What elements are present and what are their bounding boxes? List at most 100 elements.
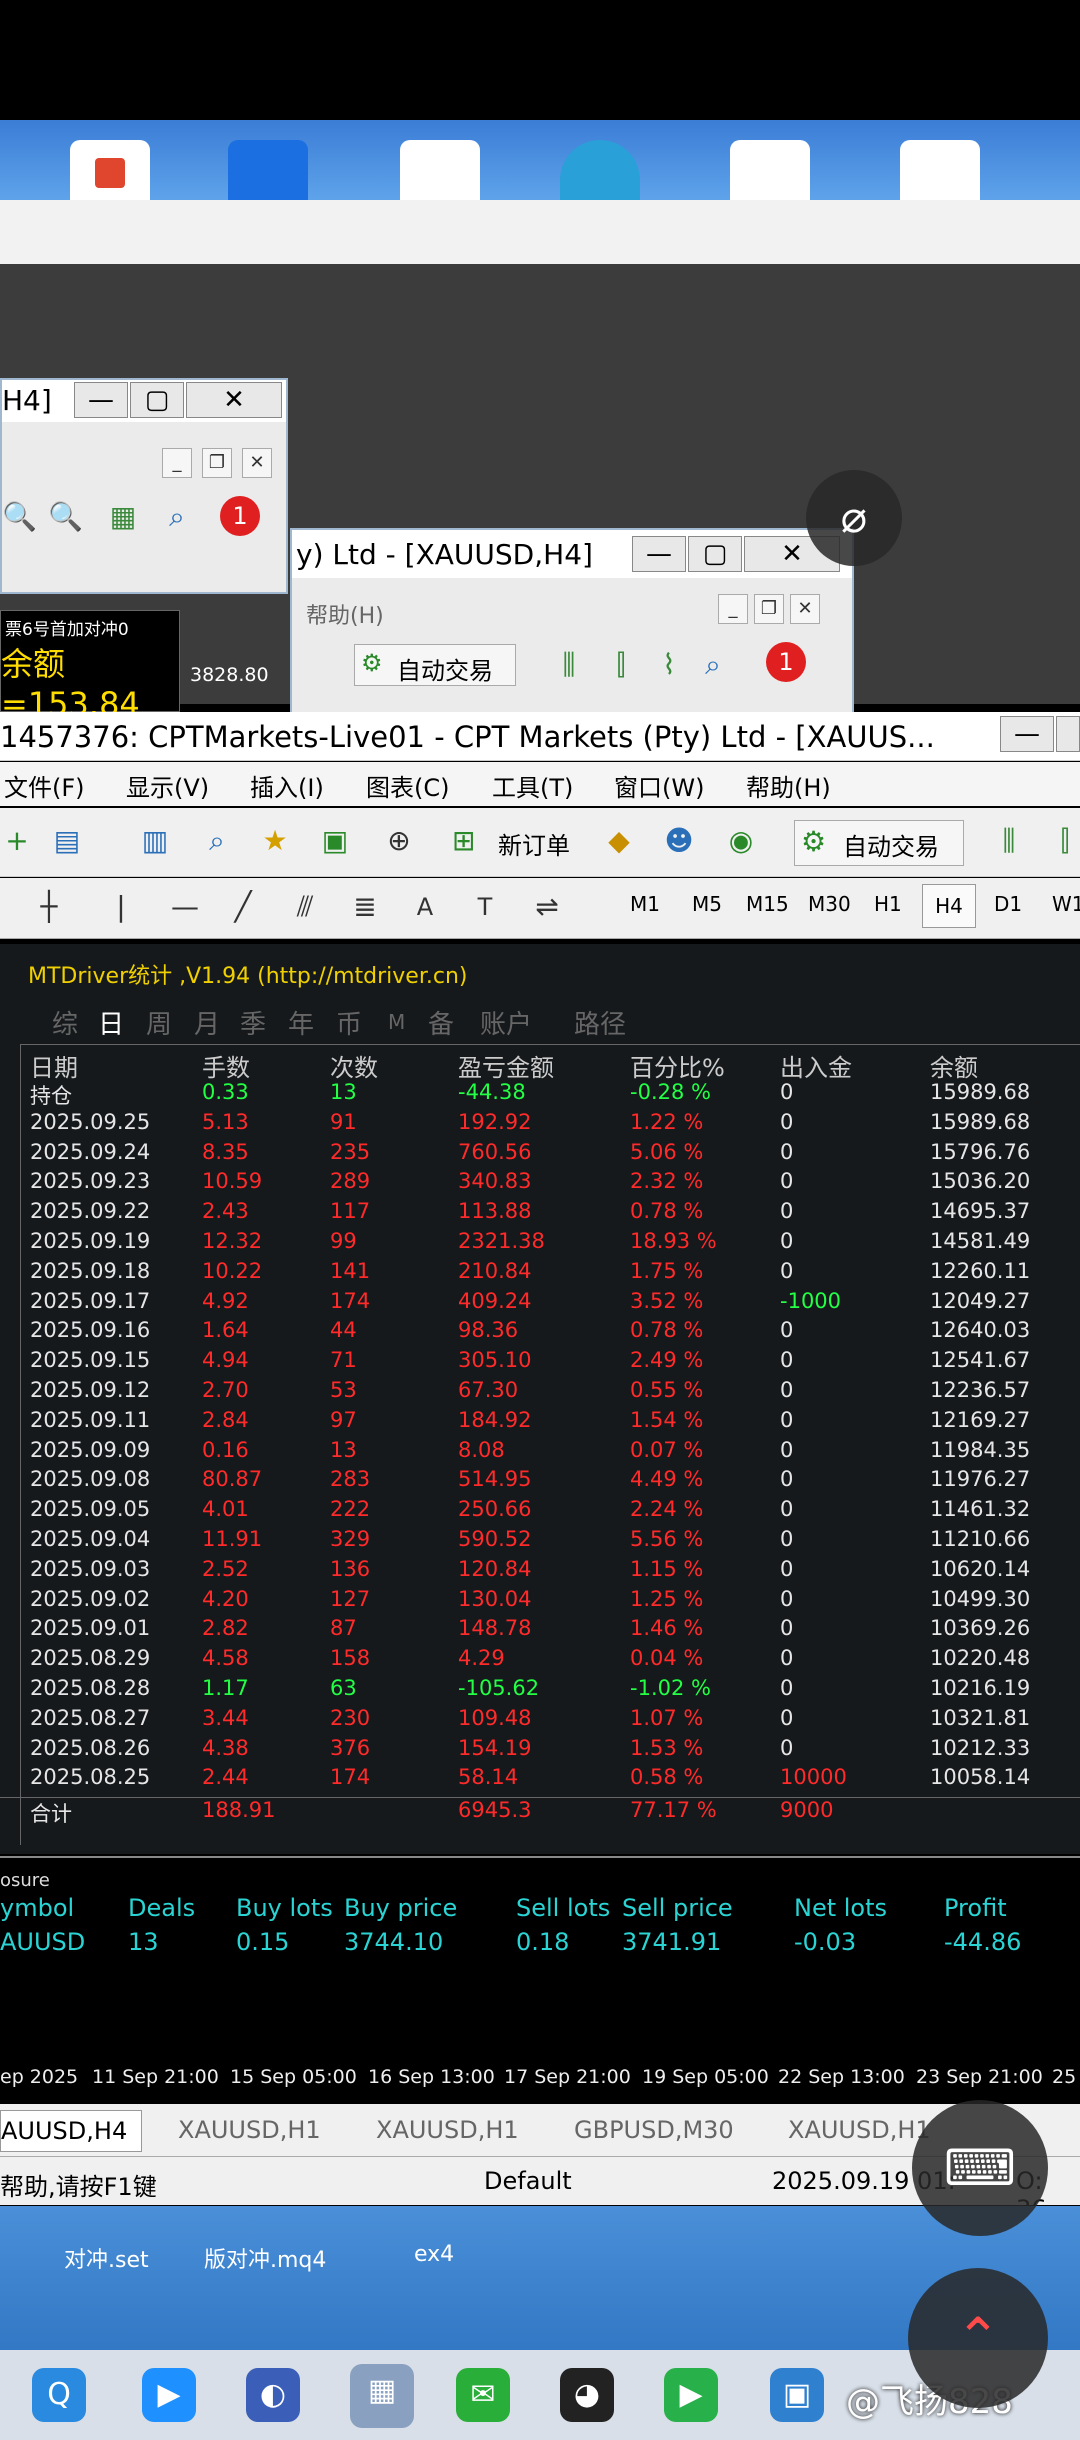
text-tool-icon[interactable]: A bbox=[408, 890, 442, 924]
main-maximize-button[interactable] bbox=[1056, 716, 1080, 752]
desktop-file-label[interactable]: 对冲.set bbox=[64, 2242, 149, 2274]
trendline-icon[interactable]: ╱ bbox=[226, 890, 260, 924]
tab-currency[interactable]: 币 bbox=[336, 1004, 362, 1041]
mid-search-icon[interactable]: ⌕ bbox=[696, 648, 730, 682]
player-icon[interactable]: ▶ bbox=[664, 2368, 718, 2422]
candle-mode-icon[interactable]: ⫿ bbox=[1048, 824, 1080, 858]
horizontal-line-icon[interactable]: — bbox=[168, 890, 202, 924]
media-player-icon[interactable]: ▶ bbox=[142, 2368, 196, 2422]
mid-terminal-window[interactable]: y) Ltd - [XAUUSD,H4] — ▢ ✕ 帮助(H) _ ❐ ✕ ⚙… bbox=[290, 528, 854, 716]
arrows-icon[interactable]: ⇌ bbox=[530, 890, 564, 924]
desktop-file-label[interactable]: 版对冲.mq4 bbox=[204, 2242, 326, 2274]
tab-yearly[interactable]: 年 bbox=[288, 1004, 314, 1041]
tab-summary[interactable]: 综 bbox=[52, 1004, 78, 1041]
line-chart-icon[interactable]: ⌇ bbox=[652, 648, 686, 682]
browser-icon[interactable]: ◐ bbox=[246, 2368, 300, 2422]
tf-h4[interactable]: H4 bbox=[922, 884, 976, 928]
meta-editor-icon[interactable]: ◆ bbox=[602, 824, 636, 858]
maximize-button[interactable]: ▢ bbox=[130, 382, 184, 418]
chart-tab[interactable]: XAUUSD,H1 bbox=[376, 2110, 519, 2150]
desktop-file-label[interactable]: ex4 bbox=[414, 2242, 454, 2267]
scroll-up-button[interactable]: ⌃ bbox=[908, 2268, 1048, 2408]
mouse-mode-button[interactable]: ⌀ bbox=[806, 470, 902, 566]
profiles-icon[interactable]: ▤ bbox=[50, 824, 84, 858]
fibonacci-icon[interactable]: ≣ bbox=[348, 890, 382, 924]
tab-monthly[interactable]: 月 bbox=[194, 1004, 220, 1041]
search-icon[interactable]: ⌕ bbox=[160, 500, 194, 534]
zoom-out-icon[interactable]: 🔍 bbox=[48, 500, 83, 534]
close-button[interactable]: ✕ bbox=[186, 382, 282, 418]
navigator-icon[interactable]: ★ bbox=[258, 824, 292, 858]
chart-tab[interactable]: XAUUSD,H1 bbox=[788, 2110, 931, 2150]
child-minimize-button[interactable]: _ bbox=[162, 448, 192, 478]
cursor-cross-icon[interactable]: ┼ bbox=[32, 890, 66, 924]
desktop-file-icon[interactable] bbox=[400, 140, 480, 200]
auto-trade-button[interactable]: ⚙ 自动交易 bbox=[794, 820, 964, 866]
chart-tab-active[interactable]: AUUSD,H4 bbox=[0, 2110, 142, 2152]
tf-m30[interactable]: M30 bbox=[808, 892, 851, 916]
menu-help[interactable]: 帮助(H) bbox=[746, 768, 831, 803]
new-chart-icon[interactable]: + bbox=[0, 824, 34, 858]
tile-windows-icon[interactable]: ▦ bbox=[106, 500, 140, 534]
mt4-taskbar-icon[interactable]: ▦ bbox=[350, 2364, 414, 2428]
tab-m[interactable]: M bbox=[388, 1010, 405, 1034]
mid-minimize-button[interactable]: — bbox=[632, 536, 686, 572]
mid-child-minimize[interactable]: _ bbox=[718, 594, 748, 624]
text-label-icon[interactable]: T bbox=[468, 890, 502, 924]
tf-m15[interactable]: M15 bbox=[746, 892, 789, 916]
menu-view[interactable]: 显示(V) bbox=[126, 768, 209, 803]
menu-file[interactable]: 文件(F) bbox=[4, 768, 85, 803]
tf-w1[interactable]: W1 bbox=[1052, 892, 1080, 916]
community-icon[interactable]: ☻ bbox=[662, 824, 696, 858]
desktop-file-icon-3[interactable] bbox=[900, 140, 980, 200]
menu-window[interactable]: 窗口(W) bbox=[614, 768, 704, 803]
left-terminal-window[interactable]: H4] — ▢ ✕ _ ❐ ✕ 🔍 🔍 ▦ ⌕ 1 bbox=[0, 378, 288, 594]
tf-h1[interactable]: H1 bbox=[874, 892, 902, 916]
tf-d1[interactable]: D1 bbox=[994, 892, 1022, 916]
chart-tab[interactable]: XAUUSD,H1 bbox=[178, 2110, 321, 2150]
desktop-app-icon[interactable] bbox=[228, 140, 308, 200]
terminal-icon[interactable]: ▣ bbox=[318, 824, 352, 858]
mid-child-restore[interactable]: ❐ bbox=[754, 594, 784, 624]
tf-m5[interactable]: M5 bbox=[692, 892, 722, 916]
channel-icon[interactable]: ⫻ bbox=[288, 890, 322, 924]
search-app-icon[interactable]: Q bbox=[32, 2368, 86, 2422]
zoom-in-icon[interactable]: 🔍 bbox=[2, 500, 37, 534]
keyboard-button[interactable]: ⌨ bbox=[912, 2100, 1048, 2236]
menu-chart[interactable]: 图表(C) bbox=[366, 768, 449, 803]
notification-badge-icon[interactable]: 1 bbox=[220, 496, 260, 536]
tf-m1[interactable]: M1 bbox=[630, 892, 660, 916]
chart-tab[interactable]: GBPUSD,M30 bbox=[574, 2110, 734, 2150]
menu-insert[interactable]: 插入(I) bbox=[250, 768, 324, 803]
mid-auto-trade-button[interactable]: ⚙ 自动交易 bbox=[354, 644, 516, 686]
desktop-pdf-icon[interactable] bbox=[70, 140, 150, 200]
main-minimize-button[interactable]: — bbox=[1000, 716, 1054, 752]
mid-menu-help[interactable]: 帮助(H) bbox=[306, 598, 384, 630]
tab-backup[interactable]: 备 bbox=[428, 1004, 454, 1041]
mid-notification-icon[interactable]: 1 bbox=[766, 642, 806, 682]
crosshair-icon[interactable]: ⊕ bbox=[382, 824, 416, 858]
tab-account[interactable]: 账户 bbox=[480, 1004, 532, 1041]
minimize-button[interactable]: — bbox=[74, 382, 128, 418]
tab-path[interactable]: 路径 bbox=[574, 1004, 626, 1041]
child-close-button[interactable]: ✕ bbox=[242, 448, 272, 478]
child-restore-button[interactable]: ❐ bbox=[202, 448, 232, 478]
gallery-icon[interactable]: ▣ bbox=[770, 2368, 824, 2422]
bar-chart-icon[interactable]: ⫼ bbox=[552, 648, 586, 682]
market-watch-icon[interactable]: ▥ bbox=[138, 824, 172, 858]
signals-icon[interactable]: ◉ bbox=[724, 824, 758, 858]
bar-mode-icon[interactable]: ⫼ bbox=[992, 824, 1026, 858]
tab-daily[interactable]: 日 bbox=[98, 1004, 124, 1041]
vertical-line-icon[interactable]: | bbox=[104, 890, 138, 924]
tab-quarterly[interactable]: 季 bbox=[240, 1004, 266, 1041]
desktop-file-icon-2[interactable] bbox=[730, 140, 810, 200]
mid-maximize-button[interactable]: ▢ bbox=[688, 536, 742, 572]
wechat-icon[interactable]: ✉ bbox=[456, 2368, 510, 2422]
candle-chart-icon[interactable]: ⫿ bbox=[604, 648, 638, 682]
tab-weekly[interactable]: 周 bbox=[146, 1004, 172, 1041]
mid-child-close[interactable]: ✕ bbox=[790, 594, 820, 624]
data-window-icon[interactable]: ⌕ bbox=[200, 824, 234, 858]
menu-tools[interactable]: 工具(T) bbox=[492, 768, 573, 803]
qq-icon[interactable]: ◕ bbox=[560, 2368, 614, 2422]
new-order-button[interactable]: ⊞ 新订单 bbox=[452, 820, 582, 864]
